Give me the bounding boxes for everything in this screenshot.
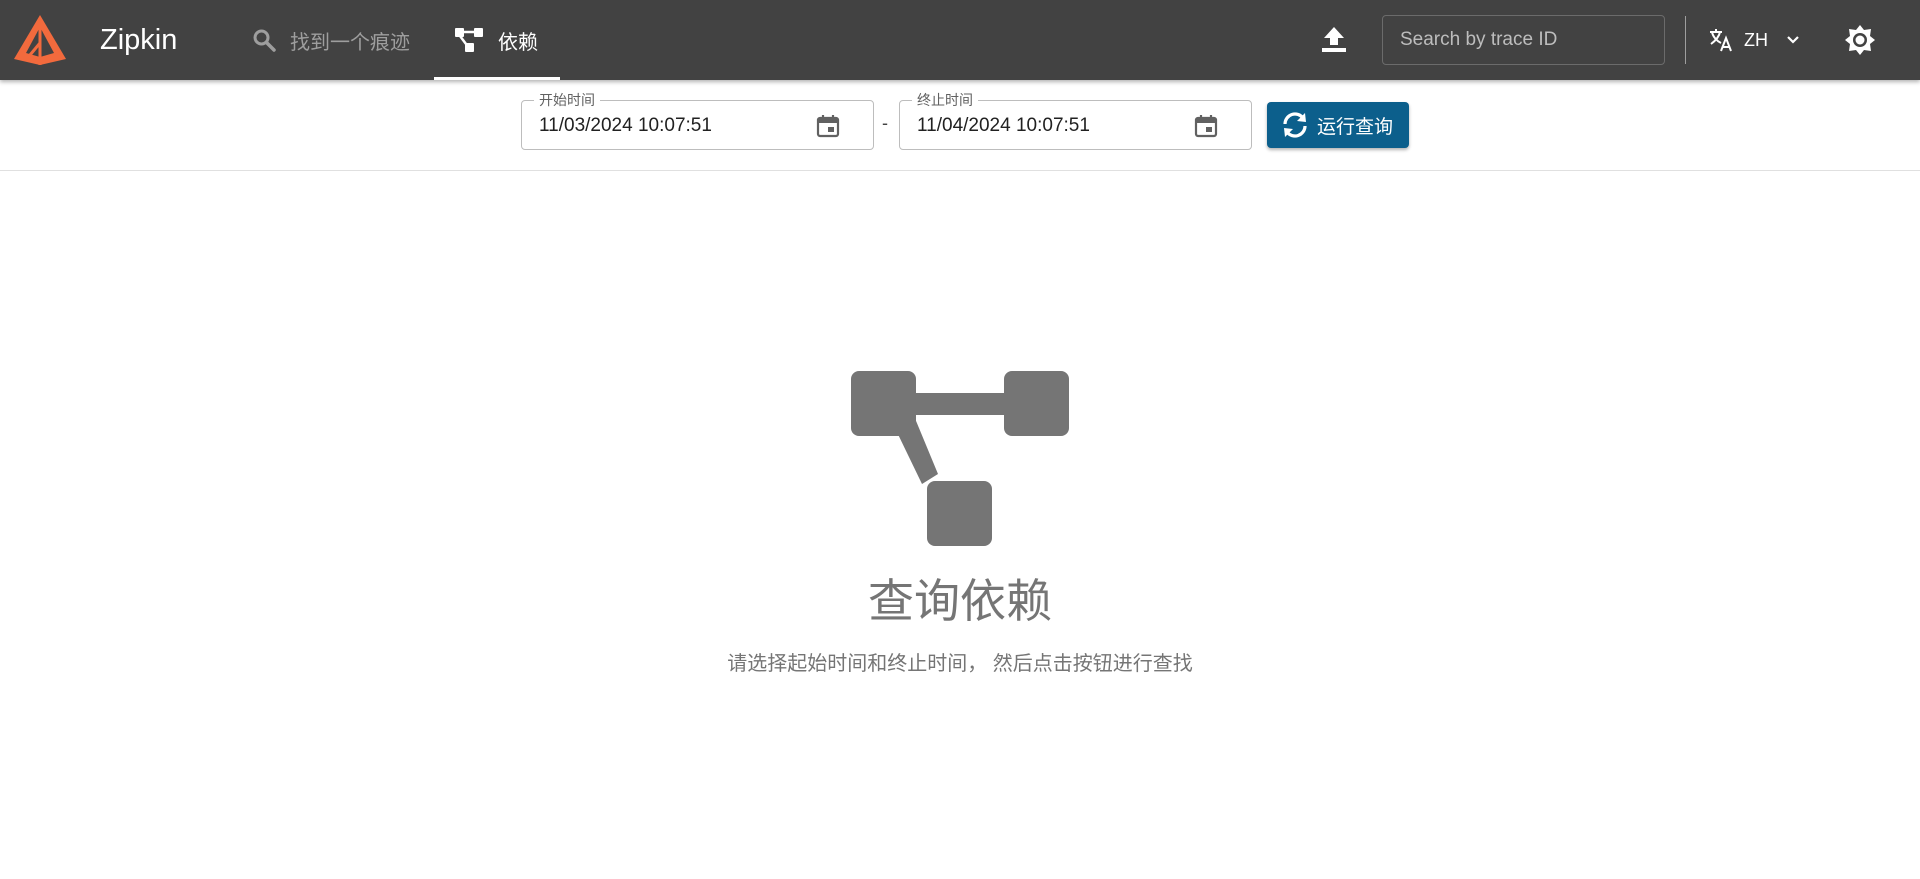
header-divider (1685, 16, 1686, 64)
run-query-button[interactable]: 运行查询 (1267, 102, 1409, 148)
trace-id-search-input[interactable] (1382, 15, 1665, 65)
app-header: Zipkin 找到一个痕迹 依赖 ZH (0, 0, 1920, 80)
search-icon (253, 29, 276, 52)
run-query-label: 运行查询 (1317, 116, 1394, 138)
end-time-value[interactable]: 11/04/2024 10:07:51 (917, 115, 1090, 137)
calendar-icon[interactable] (1193, 113, 1219, 139)
dependency-graph-icon (455, 28, 483, 52)
active-tab-indicator (434, 77, 560, 80)
language-selector[interactable]: ZH (1708, 20, 1808, 60)
start-time-field[interactable]: 开始时间 11/03/2024 10:07:51 (521, 92, 874, 150)
sync-icon (1283, 112, 1307, 138)
nav-tab-dependencies[interactable]: 依赖 (434, 0, 560, 80)
end-time-label: 终止时间 (912, 92, 978, 108)
translate-icon (1710, 29, 1732, 52)
empty-state-title: 查询依赖 (868, 575, 1052, 627)
calendar-icon[interactable] (815, 113, 841, 139)
nav-tab-dependencies-label: 依赖 (498, 31, 538, 54)
upload-icon[interactable] (1318, 24, 1350, 56)
start-time-label: 开始时间 (534, 92, 600, 108)
nav-tab-find-trace-label: 找到一个痕迹 (290, 31, 410, 54)
dependency-graph-icon (851, 371, 1069, 546)
end-time-field[interactable]: 终止时间 11/04/2024 10:07:51 (899, 92, 1252, 150)
chevron-down-icon (1787, 36, 1799, 44)
date-range-separator: - (882, 113, 888, 133)
brightness-icon[interactable] (1844, 24, 1876, 56)
zipkin-logo-icon[interactable] (12, 13, 68, 67)
start-time-value[interactable]: 11/03/2024 10:07:51 (539, 115, 712, 137)
language-label: ZH (1744, 29, 1768, 50)
query-toolbar: 开始时间 11/03/2024 10:07:51 终止时间 11/04/2024… (0, 80, 1920, 171)
app-brand[interactable]: Zipkin (100, 22, 177, 58)
nav-tab-find-trace[interactable]: 找到一个痕迹 (252, 0, 434, 80)
empty-state-description: 请选择起始时间和终止时间， 然后点击按钮进行查找 (727, 653, 1193, 675)
